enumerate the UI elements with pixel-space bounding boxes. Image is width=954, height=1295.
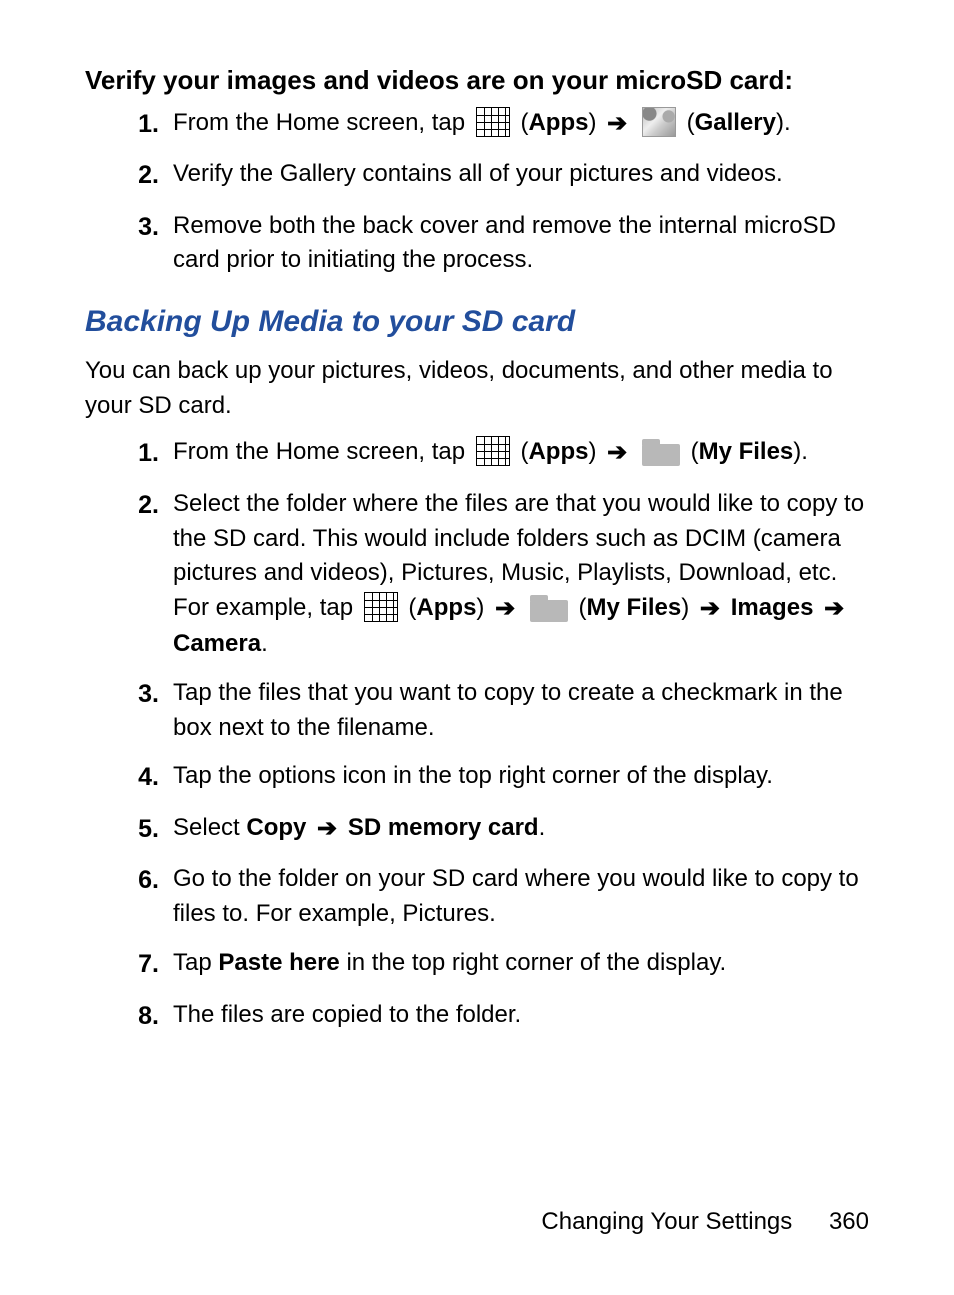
section1-lead: Verify your images and videos are on you… <box>85 62 869 100</box>
step-body: From the Home screen, tap (Apps) ➔ (Gall… <box>173 106 869 142</box>
list-item: 5. Select Copy ➔ SD memory card. <box>99 811 869 849</box>
arrow-icon: ➔ <box>495 592 515 627</box>
images-label: Images <box>731 594 814 621</box>
step-body: Remove both the back cover and remove th… <box>173 209 869 279</box>
apps-label: Apps <box>528 109 588 136</box>
step-number: 1. <box>99 106 173 144</box>
apps-label: Apps <box>416 594 476 621</box>
list-item: 6. Go to the folder on your SD card wher… <box>99 862 869 932</box>
step-text: Tap <box>173 949 218 976</box>
gallery-label: Gallery <box>695 109 776 136</box>
apps-label: Apps <box>528 438 588 465</box>
section2-steps: 1. From the Home screen, tap (Apps) ➔ (M… <box>99 435 869 1035</box>
step-text: Select <box>173 814 246 841</box>
list-item: 2. Select the folder where the files are… <box>99 487 869 662</box>
list-item: 2. Verify the Gallery contains all of yo… <box>99 157 869 195</box>
camera-label: Camera <box>173 630 261 657</box>
step-number: 8. <box>99 998 173 1036</box>
step-number: 4. <box>99 759 173 797</box>
chapter-title: Changing Your Settings <box>541 1208 792 1235</box>
section2-heading: Backing Up Media to your SD card <box>85 300 869 344</box>
step-text: From the Home screen, tap <box>173 109 472 136</box>
list-item: 1. From the Home screen, tap (Apps) ➔ (G… <box>99 106 869 144</box>
list-item: 3. Tap the files that you want to copy t… <box>99 676 869 746</box>
step-body: Tap Paste here in the top right corner o… <box>173 946 869 981</box>
sd-label: SD memory card <box>348 814 539 841</box>
step-body: From the Home screen, tap (Apps) ➔ (My F… <box>173 435 869 471</box>
list-item: 1. From the Home screen, tap (Apps) ➔ (M… <box>99 435 869 473</box>
step-body: Tap the options icon in the top right co… <box>173 759 869 794</box>
list-item: 7. Tap Paste here in the top right corne… <box>99 946 869 984</box>
page-footer: Changing Your Settings 360 <box>541 1205 869 1240</box>
folder-icon <box>530 592 568 622</box>
step-number: 6. <box>99 862 173 900</box>
step-text-post: in the top right corner of the display. <box>346 949 726 976</box>
step-number: 3. <box>99 676 173 714</box>
arrow-icon: ➔ <box>317 812 337 847</box>
step-number: 7. <box>99 946 173 984</box>
arrow-icon: ➔ <box>607 107 627 142</box>
section2-intro: You can back up your pictures, videos, d… <box>85 354 869 424</box>
apps-grid-icon <box>364 592 398 622</box>
period: . <box>784 109 791 136</box>
paste-label: Paste here <box>218 949 339 976</box>
arrow-icon: ➔ <box>700 592 720 627</box>
period: . <box>539 814 546 841</box>
step-body: The files are copied to the folder. <box>173 998 869 1033</box>
list-item: 4. Tap the options icon in the top right… <box>99 759 869 797</box>
myfiles-label: My Files <box>587 594 682 621</box>
period: . <box>261 630 268 657</box>
manual-page: Verify your images and videos are on you… <box>0 0 954 1295</box>
step-body: Tap the files that you want to copy to c… <box>173 676 869 746</box>
step-number: 3. <box>99 209 173 247</box>
step-number: 2. <box>99 157 173 195</box>
page-number: 360 <box>829 1205 869 1240</box>
step-number: 5. <box>99 811 173 849</box>
step-body: Select Copy ➔ SD memory card. <box>173 811 869 847</box>
section1-steps: 1. From the Home screen, tap (Apps) ➔ (G… <box>99 106 869 279</box>
apps-grid-icon <box>476 107 510 137</box>
list-item: 3. Remove both the back cover and remove… <box>99 209 869 279</box>
myfiles-label: My Files <box>699 438 794 465</box>
step-body: Go to the folder on your SD card where y… <box>173 862 869 932</box>
gallery-icon <box>642 107 676 137</box>
arrow-icon: ➔ <box>607 436 627 471</box>
step-body: Select the folder where the files are th… <box>173 487 869 662</box>
period: . <box>801 438 808 465</box>
folder-icon <box>642 436 680 466</box>
step-number: 2. <box>99 487 173 525</box>
step-body: Verify the Gallery contains all of your … <box>173 157 869 192</box>
copy-label: Copy <box>246 814 306 841</box>
arrow-icon: ➔ <box>824 592 844 627</box>
step-text: From the Home screen, tap <box>173 438 472 465</box>
list-item: 8. The files are copied to the folder. <box>99 998 869 1036</box>
step-number: 1. <box>99 435 173 473</box>
apps-grid-icon <box>476 436 510 466</box>
